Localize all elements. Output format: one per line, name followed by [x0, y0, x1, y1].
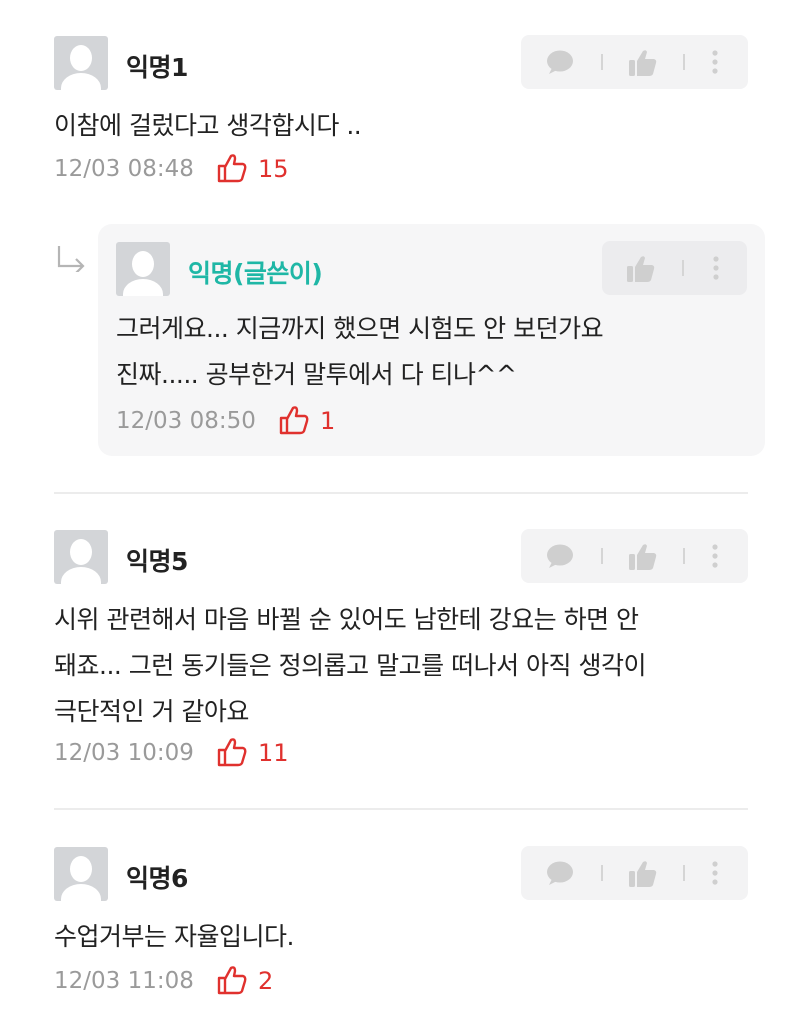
like-count: 15 — [258, 155, 289, 183]
comment-text: 시위 관련해서 마음 바뀔 순 있어도 남한테 강요는 하면 안 돼죠... 그… — [54, 597, 646, 735]
comment-text-line: 시위 관련해서 마음 바뀔 순 있어도 남한테 강요는 하면 안 — [54, 605, 639, 634]
comment-timestamp: 12/03 08:48 — [54, 156, 194, 182]
comment-action-bar — [521, 846, 748, 900]
comment-text-line: 이참에 걸렀다고 생각합시다 .. — [54, 111, 362, 140]
thumbs-up-icon[interactable] — [628, 860, 658, 888]
comment-text-line: 돼죠... 그런 동기들은 정의롭고 말고를 떠나서 아직 생각이 — [54, 651, 646, 680]
like-count: 1 — [320, 407, 336, 435]
comment-meta: 12/03 11:08 2 — [54, 964, 354, 1000]
reply-timestamp: 12/03 08:50 — [116, 408, 256, 434]
avatar[interactable] — [116, 242, 170, 296]
reply-meta: 12/03 08:50 1 — [116, 404, 416, 440]
comment-item: 익명1 이참에 걸렀다고 생각합시다 .. 12/03 08:48 15 — [0, 0, 800, 200]
like-count: 2 — [258, 967, 274, 995]
comment-action-bar — [521, 35, 748, 89]
avatar[interactable] — [54, 36, 108, 90]
like-icon — [217, 738, 247, 767]
comment-text: 수업거부는 자율입니다. — [54, 914, 294, 960]
like-icon — [279, 406, 309, 435]
like-icon — [217, 966, 247, 995]
comment-icon[interactable] — [545, 543, 575, 569]
more-options-icon[interactable] — [711, 860, 719, 886]
comment-timestamp: 12/03 11:08 — [54, 968, 194, 994]
comment-author-name[interactable]: 익명6 — [126, 859, 188, 895]
thumbs-up-icon[interactable] — [626, 255, 656, 283]
reply-text-line: 그러게요... 지금까지 했으면 시험도 안 보던가요 — [116, 314, 604, 343]
like-icon — [217, 154, 247, 183]
like-count: 11 — [258, 739, 289, 767]
reply-author-name[interactable]: 익명(글쓴이) — [188, 254, 323, 290]
comment-action-bar — [521, 529, 748, 583]
comment-author-name[interactable]: 익명1 — [126, 48, 188, 84]
divider — [54, 808, 748, 810]
comment-author-name[interactable]: 익명5 — [126, 542, 188, 578]
comment-icon[interactable] — [545, 49, 575, 75]
comment-text-line: 수업거부는 자율입니다. — [54, 922, 294, 951]
more-options-icon[interactable] — [712, 255, 720, 281]
comment-timestamp: 12/03 10:09 — [54, 740, 194, 766]
comment-icon[interactable] — [545, 860, 575, 886]
avatar[interactable] — [54, 847, 108, 901]
comment-item: 익명6 수업거부는 자율입니다. 12/03 11:08 2 — [0, 811, 800, 1023]
comment-meta: 12/03 08:48 15 — [54, 152, 354, 188]
avatar[interactable] — [54, 530, 108, 584]
reply-text: 그러게요... 지금까지 했으면 시험도 안 보던가요 진짜..... 공부한거… — [116, 306, 604, 398]
reply-arrow-icon — [57, 246, 85, 272]
thumbs-up-icon[interactable] — [628, 543, 658, 571]
comment-meta: 12/03 10:09 11 — [54, 736, 354, 772]
reply-item: 익명(글쓴이) 그러게요... 지금까지 했으면 시험도 안 보던가요 진짜..… — [98, 224, 765, 456]
more-options-icon[interactable] — [711, 49, 719, 75]
reply-text-line: 진짜..... 공부한거 말투에서 다 티나^^ — [116, 360, 517, 389]
comment-item: 익명5 시위 관련해서 마음 바뀔 순 있어도 남한테 강요는 하면 안 돼죠.… — [0, 494, 800, 804]
more-options-icon[interactable] — [711, 543, 719, 569]
comment-text: 이참에 걸렀다고 생각합시다 .. — [54, 103, 362, 149]
comment-text-line: 극단적인 거 같아요 — [54, 697, 249, 726]
reply-action-bar — [602, 241, 747, 295]
thumbs-up-icon[interactable] — [628, 49, 658, 77]
